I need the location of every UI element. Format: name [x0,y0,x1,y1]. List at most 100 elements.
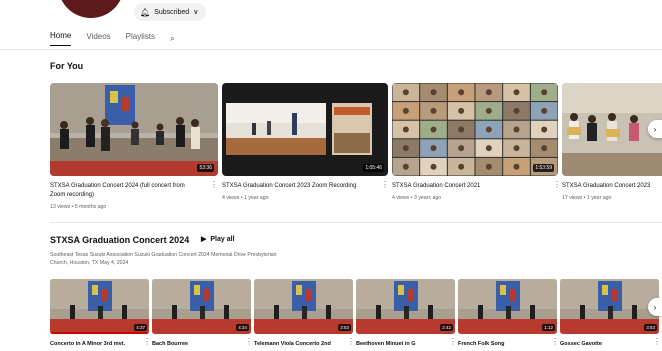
participant-face [513,163,520,170]
participant-face [430,145,437,152]
participant-face [430,163,437,170]
participant-face [541,107,548,114]
more-options-icon[interactable]: ⋮ [245,337,253,346]
video-meta: 13 views • 5 months ago [50,204,107,210]
video-title[interactable]: STXSA Graduation Concert 2023 [562,182,662,190]
video-thumbnail[interactable]: 3:53 [560,279,659,334]
more-options-icon[interactable]: ⋮ [347,337,355,346]
participant-face [402,126,409,133]
next-arrow-button[interactable]: › [648,298,662,316]
video-thumbnail[interactable] [562,83,662,176]
for-you-title: For You [50,61,84,71]
search-icon[interactable]: ⌕ [170,33,175,44]
playlist-video-card[interactable]: 1:12 [458,279,557,334]
video-thumbnail[interactable]: 4:34 [152,279,251,334]
video-duration: 2:42 [440,324,453,331]
video-duration: 3:53 [338,324,351,331]
tab-home[interactable]: Home [50,31,72,46]
more-options-icon[interactable]: ⋮ [143,337,151,346]
play-icon: ▶ [201,236,207,243]
participant-face [458,145,465,152]
next-arrow-button[interactable]: › [648,120,662,138]
video-title[interactable]: STXSA Graduation Concert 2021 [392,182,552,190]
play-all-label: Play all [210,235,235,243]
video-duration: 1:12 [542,324,555,331]
video-meta: 4 views • 1 year ago [222,195,269,201]
playlist-description: Southeast Texas Suzuki Association Suzuk… [50,251,410,267]
video-thumbnail[interactable]: 4:37 [50,279,149,334]
participant-face [485,89,492,96]
participant-face [430,89,437,96]
playlist-video-card[interactable]: 4:37 [50,279,149,334]
play-all-button[interactable]: ▶ Play all [201,235,235,244]
participant-face [402,145,409,152]
video-thumbnail[interactable]: 53:36 [50,83,218,176]
video-title[interactable]: STXSA Graduation Concert 2023 Zoom Recor… [222,182,382,190]
participant-face [541,145,548,152]
participant-face [458,89,465,96]
participant-face [430,126,437,133]
playlist-video-card[interactable]: 2:42 [356,279,455,334]
more-options-icon[interactable]: ⋮ [553,180,561,189]
tabs-divider [0,49,662,50]
participant-face [458,126,465,133]
video-thumbnail[interactable]: 3:53 [254,279,353,334]
video-title[interactable]: Beethoven Minuet in G [356,340,448,348]
chevron-right-icon: › [653,302,657,312]
playlist-description-line2: Church, Houston, TX May 4, 2024 [50,260,129,266]
participant-face [458,163,465,170]
more-options-icon[interactable]: ⋮ [210,180,218,189]
video-thumbnail[interactable]: 1:12 [458,279,557,334]
video-duration: 1:05:46 [363,164,384,172]
tab-videos[interactable]: Videos [86,32,110,46]
video-duration: 4:37 [134,324,147,331]
playlist-video-card[interactable]: 3:53 [254,279,353,334]
bell-icon: 🔔︎ [140,7,151,17]
video-card[interactable]: 53:36 [50,83,218,176]
chevron-right-icon: › [653,124,657,134]
section-divider [50,222,662,223]
video-thumbnail[interactable]: 1:05:46 [222,83,388,176]
participant-face [430,107,437,114]
more-options-icon[interactable]: ⋮ [381,180,389,189]
participant-face [402,163,409,170]
watch-progress-bar [50,332,149,334]
participant-face [513,107,520,114]
playlist-video-card[interactable]: 3:53 [560,279,659,334]
playlist-description-line1: Southeast Texas Suzuki Association Suzuk… [50,252,277,258]
more-options-icon[interactable]: ⋮ [551,337,559,346]
participant-face [485,145,492,152]
video-thumbnail[interactable]: 2:42 [356,279,455,334]
video-card[interactable]: 1:53:59 [392,83,558,176]
subscribed-button[interactable]: 🔔︎ Subscribed ∨ [134,3,207,21]
participant-face [402,89,409,96]
participant-face [485,107,492,114]
video-title[interactable]: Gossec Gavotte [560,340,652,348]
video-title-line2[interactable]: Zoom recording) [50,191,210,199]
video-title[interactable]: Telemann Viola Concerto 2nd [254,340,346,348]
video-thumbnail[interactable]: 1:53:59 [392,83,558,176]
video-duration: 3:53 [644,324,657,331]
video-card[interactable] [562,83,662,176]
video-title[interactable]: French Folk Song [458,340,550,348]
participant-face [458,107,465,114]
video-title[interactable]: Bach Bourree [152,340,244,348]
subscribed-label: Subscribed [154,8,190,16]
video-meta: 17 views • 1 year ago [562,195,612,201]
video-title[interactable]: STXSA Graduation Concert 2024 (full conc… [50,182,210,190]
video-duration: 1:53:59 [533,164,554,172]
participant-face [513,126,520,133]
participant-face [513,89,520,96]
video-card[interactable]: 1:05:46 [222,83,388,176]
channel-tabs: Home Videos Playlists ⌕ [50,31,175,46]
playlist-video-card[interactable]: 4:34 [152,279,251,334]
more-options-icon[interactable]: ⋮ [449,337,457,346]
participant-face [485,126,492,133]
video-duration: 53:36 [197,164,214,172]
video-title[interactable]: Concerto in A Minor 3rd mvt. [50,340,142,348]
playlist-title[interactable]: STXSA Graduation Concert 2024 [50,235,189,245]
more-options-icon[interactable]: ⋮ [653,337,661,346]
channel-avatar[interactable] [58,0,124,18]
participant-face [485,163,492,170]
tab-playlists[interactable]: Playlists [126,32,155,46]
